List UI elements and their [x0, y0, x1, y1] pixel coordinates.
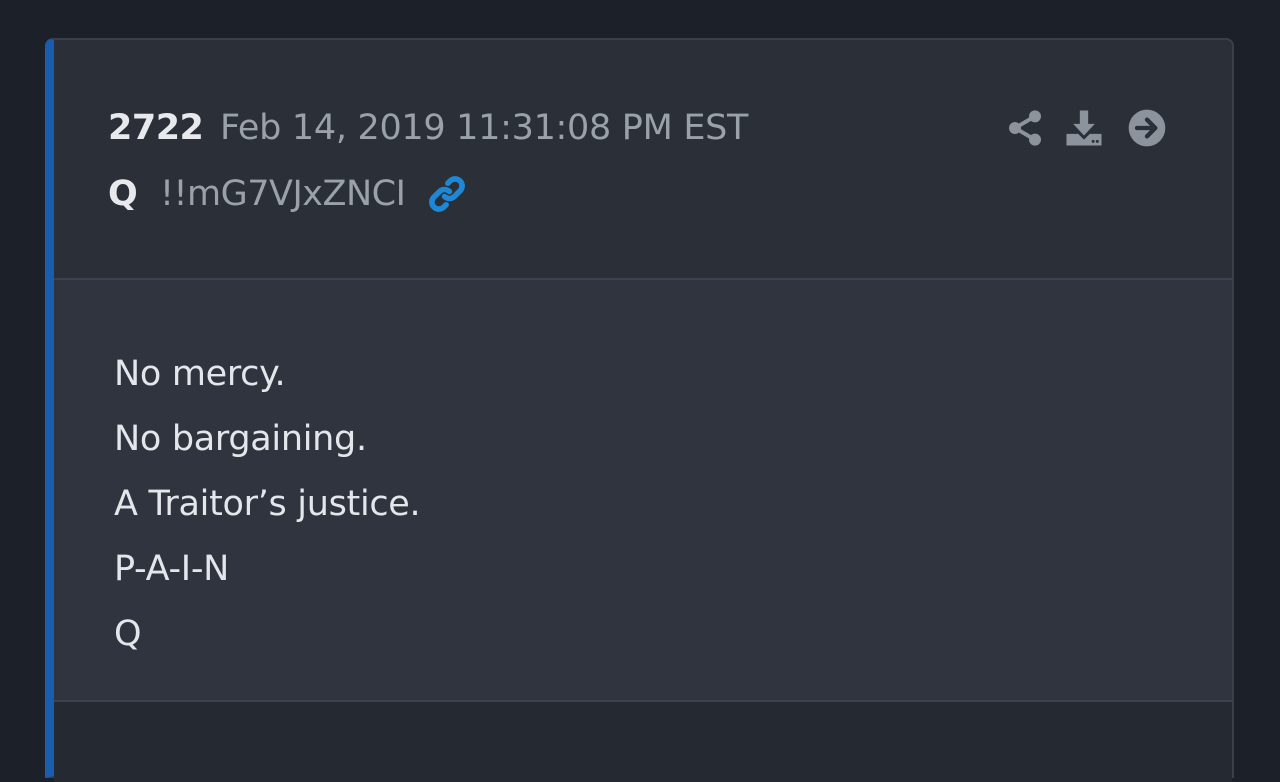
post-text-line: No mercy. — [114, 354, 286, 394]
post-card: 2722 Feb 14, 2019 11:31:08 PM EST Q !!mG… — [45, 38, 1234, 782]
post-header: 2722 Feb 14, 2019 11:31:08 PM EST Q !!mG… — [54, 40, 1232, 280]
post-text-line: P-A-I-N — [114, 549, 230, 589]
post-number: 2722 — [108, 108, 204, 148]
share-icon[interactable] — [1005, 108, 1045, 148]
post-footer — [54, 702, 1232, 782]
post-text-line: No bargaining. — [114, 419, 367, 459]
post-timestamp: Feb 14, 2019 11:31:08 PM EST — [220, 108, 749, 148]
post-body: No mercy. No bargaining. A Traitor’s jus… — [54, 280, 1232, 702]
post-text-line: Q — [114, 614, 142, 654]
link-icon[interactable] — [426, 173, 468, 215]
author-name: Q — [108, 174, 138, 214]
download-icon[interactable] — [1064, 108, 1104, 148]
arrow-right-circle-icon[interactable] — [1127, 108, 1167, 148]
post-text-line: A Traitor’s justice. — [114, 484, 421, 524]
tripcode: !!mG7VJxZNCI — [160, 174, 406, 214]
